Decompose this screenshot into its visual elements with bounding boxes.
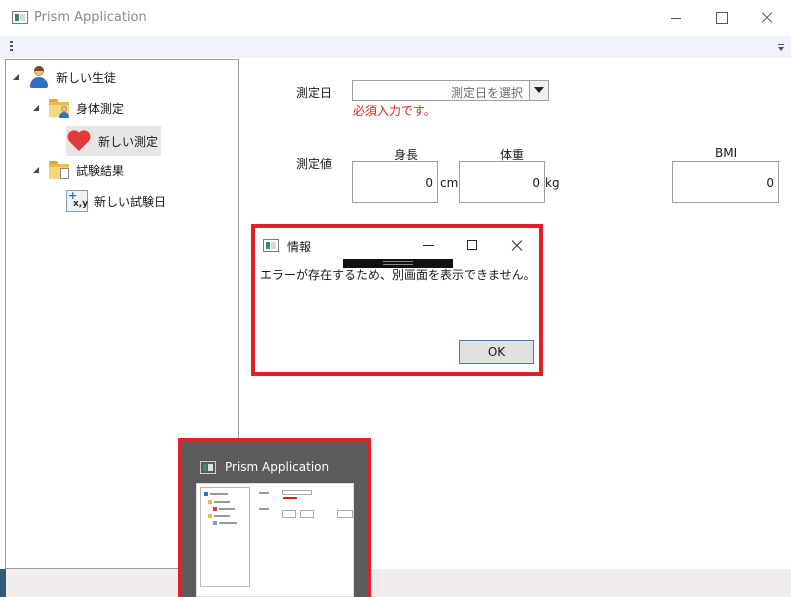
bmi-header: BMI bbox=[715, 146, 738, 160]
chevron-down-icon[interactable] bbox=[529, 81, 548, 100]
tree-item-label: 新しい測定 bbox=[98, 134, 159, 149]
date-error-message: 必須入力です。 bbox=[353, 104, 436, 118]
tree-item-exam-results[interactable]: 試験結果 bbox=[32, 159, 124, 181]
bmi-input[interactable]: 0 bbox=[672, 161, 779, 203]
minimize-button[interactable] bbox=[652, 0, 698, 36]
tree-expand-icon[interactable] bbox=[32, 166, 40, 174]
taskbar-thumbnail-preview[interactable]: Prism Application bbox=[178, 438, 371, 597]
tree-item-body-measurement[interactable]: 身体測定 bbox=[32, 97, 124, 119]
tree-item-new-student[interactable]: 新しい生徒 bbox=[12, 66, 116, 88]
dialog-highlight-frame: 情報 エラーが存在するため、別画面を表示できません。 OK bbox=[251, 224, 543, 376]
measurement-label: 測定値 bbox=[296, 157, 333, 171]
bmi-value: 0 bbox=[766, 176, 774, 190]
tree-expand-icon[interactable] bbox=[12, 73, 20, 81]
dialog-message: エラーが存在するため、別画面を表示できません。 bbox=[260, 268, 536, 282]
tree-item-label: 新しい生徒 bbox=[56, 70, 117, 85]
date-picker[interactable]: 測定日を選択 bbox=[352, 80, 549, 101]
info-dialog: 情報 エラーが存在するため、別画面を表示できません。 OK bbox=[255, 228, 539, 372]
dialog-window-icon bbox=[263, 239, 279, 252]
weight-value: 0 bbox=[532, 176, 540, 190]
tree-item-label: 新しい試験日 bbox=[94, 194, 167, 209]
tree-expand-icon[interactable] bbox=[32, 104, 40, 112]
folder-user-icon bbox=[48, 97, 70, 119]
desktop-edge bbox=[0, 569, 6, 597]
date-placeholder: 測定日を選択 bbox=[450, 86, 523, 100]
ok-button[interactable]: OK bbox=[459, 340, 534, 364]
main-title-bar: Prism Application bbox=[0, 0, 791, 36]
xy-chart-add-icon: + x,y bbox=[66, 189, 88, 212]
height-value: 0 bbox=[425, 176, 433, 190]
window-title: Prism Application bbox=[34, 10, 147, 25]
weight-unit: kg bbox=[545, 176, 560, 190]
app-window-icon bbox=[12, 11, 28, 24]
dialog-title: 情報 bbox=[287, 240, 312, 254]
toolbar bbox=[0, 36, 791, 58]
dialog-maximize-button[interactable] bbox=[467, 240, 477, 250]
dialog-minimize-button[interactable] bbox=[423, 245, 434, 246]
toolbar-overflow-icon[interactable] bbox=[778, 44, 785, 53]
heart-icon bbox=[66, 129, 92, 153]
thumbnail-tree-image bbox=[200, 487, 250, 587]
toolbar-grip-icon[interactable] bbox=[10, 41, 13, 53]
dialog-close-button[interactable] bbox=[510, 238, 524, 252]
height-unit: cm bbox=[440, 176, 459, 190]
status-bar bbox=[0, 569, 791, 597]
thumbnail-window-image bbox=[196, 483, 354, 597]
weight-input[interactable]: 0 bbox=[459, 161, 545, 203]
student-user-icon bbox=[28, 66, 50, 88]
thumbnail-app-icon bbox=[200, 461, 216, 474]
date-label: 測定日 bbox=[296, 86, 333, 100]
folder-document-icon bbox=[48, 159, 70, 181]
maximize-button[interactable] bbox=[698, 0, 744, 36]
tree-item-label: 試験結果 bbox=[76, 163, 125, 178]
tree-item-label: 身体測定 bbox=[76, 101, 125, 116]
height-input[interactable]: 0 bbox=[352, 161, 438, 203]
tree-item-new-exam-date[interactable]: + x,y 新しい試験日 bbox=[66, 189, 167, 212]
tree-item-new-measurement[interactable]: 新しい測定 bbox=[66, 126, 162, 156]
thumbnail-title: Prism Application bbox=[225, 460, 330, 474]
close-button[interactable] bbox=[744, 0, 790, 36]
